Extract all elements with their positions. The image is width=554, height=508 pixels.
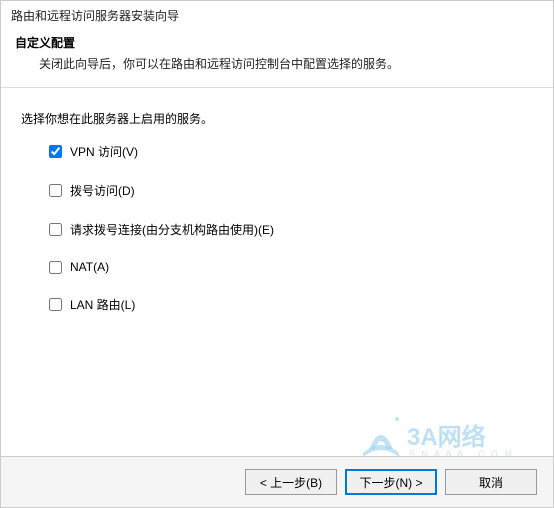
- checkbox-demand-dial[interactable]: [49, 223, 62, 236]
- watermark-logo: 3A网络 S N A A A . C O M: [363, 413, 543, 459]
- svg-text:3A网络: 3A网络: [407, 423, 486, 451]
- header-section: 自定义配置 关闭此向导后，你可以在路由和远程访问控制台中配置选择的服务。: [1, 30, 553, 83]
- header-title: 自定义配置: [15, 34, 539, 51]
- wizard-title: 路由和远程访问服务器安装向导: [1, 1, 553, 30]
- option-vpn: VPN 访问(V): [49, 143, 533, 160]
- option-label-nat[interactable]: NAT(A): [70, 260, 109, 274]
- footer-buttons: < 上一步(B) 下一步(N) > 取消: [1, 456, 553, 507]
- option-label-demand-dial[interactable]: 请求拨号连接(由分支机构路由使用)(E): [70, 221, 274, 238]
- header-description: 关闭此向导后，你可以在路由和远程访问控制台中配置选择的服务。: [15, 55, 539, 73]
- option-label-vpn[interactable]: VPN 访问(V): [70, 143, 138, 160]
- checkbox-dialup[interactable]: [49, 184, 62, 197]
- option-nat: NAT(A): [49, 260, 533, 274]
- option-label-dialup[interactable]: 拨号访问(D): [70, 182, 135, 199]
- content-area: 选择你想在此服务器上启用的服务。 VPN 访问(V) 拨号访问(D) 请求拨号连…: [1, 106, 553, 313]
- cancel-button[interactable]: 取消: [445, 469, 537, 495]
- checkbox-lan-routing[interactable]: [49, 298, 62, 311]
- next-button[interactable]: 下一步(N) >: [345, 469, 437, 495]
- option-demand-dial: 请求拨号连接(由分支机构路由使用)(E): [49, 221, 533, 238]
- checkbox-vpn[interactable]: [49, 145, 62, 158]
- divider: [1, 87, 553, 88]
- option-dialup: 拨号访问(D): [49, 182, 533, 199]
- prompt-text: 选择你想在此服务器上启用的服务。: [21, 110, 533, 127]
- back-button[interactable]: < 上一步(B): [245, 469, 337, 495]
- option-label-lan-routing[interactable]: LAN 路由(L): [70, 296, 135, 313]
- options-list: VPN 访问(V) 拨号访问(D) 请求拨号连接(由分支机构路由使用)(E) N…: [21, 143, 533, 313]
- option-lan-routing: LAN 路由(L): [49, 296, 533, 313]
- wizard-dialog: 路由和远程访问服务器安装向导 自定义配置 关闭此向导后，你可以在路由和远程访问控…: [0, 0, 554, 508]
- checkbox-nat[interactable]: [49, 261, 62, 274]
